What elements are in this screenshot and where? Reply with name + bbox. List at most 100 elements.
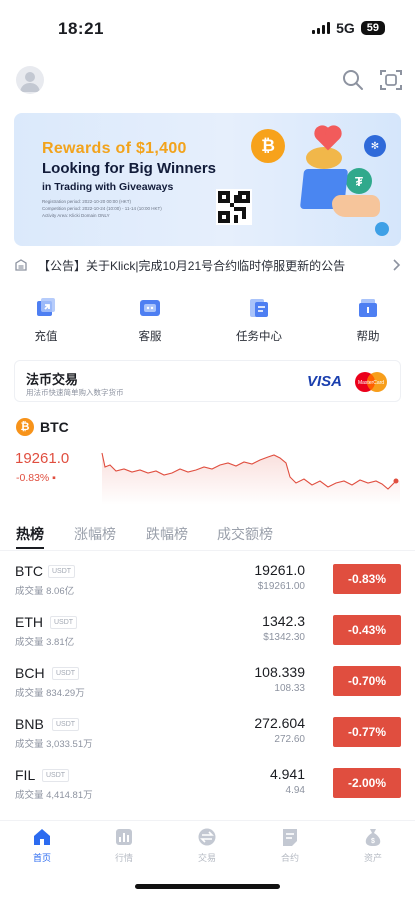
top-bar [0,62,415,98]
row-symbol: BNB [15,716,44,732]
quick-action-task-center[interactable]: 任务中心 [219,296,299,344]
active-tab-indicator [16,547,44,549]
row-symbol: ETH [15,614,43,630]
bottom-nav: 首页 行情 交易 合约 $ 资产 [0,820,415,876]
qr-code [216,189,252,225]
banner-fine-print: Activity Area: Klicki Domain ONLY [42,213,110,218]
quick-action-label: 客服 [138,331,162,343]
btc-price: 19261.0 [15,450,70,467]
row-quote-badge: USDT [52,667,80,680]
banner-title: Looking for Big Winners [42,160,217,177]
row-change-badge[interactable]: -0.77% [333,717,401,747]
market-icon [116,829,132,845]
hand-icon [332,195,380,217]
nav-trade[interactable]: 交易 [177,827,237,864]
row-fiat-price: $1342.30 [263,632,305,643]
row-quote-badge: USDT [42,769,70,782]
tab-gainers[interactable]: 涨幅榜 [74,524,116,544]
mastercard-logo: MasterCard [355,372,387,392]
nav-home[interactable]: 首页 [12,827,72,864]
sparkline-area [102,453,400,505]
market-tabs: 热榜 涨幅榜 跌幅榜 成交额榜 [0,521,415,551]
bitcoin-coin-icon: ₿ [251,129,285,163]
market-row-btc[interactable]: BTC USDT 成交量 8.06亿 19261.0 $19261.00 -0.… [0,555,415,605]
home-indicator[interactable] [135,884,280,889]
row-fiat-price: $19261.00 [257,581,305,592]
btc-summary-header[interactable]: ₿ BTC [16,418,69,436]
market-row-bnb[interactable]: BNB USDT 成交量 3,033.51万 272.604 272.60 -0… [0,708,415,758]
fiat-subtitle: 用法币快速简单购入数字货币 [26,388,124,397]
search-icon[interactable] [340,67,366,93]
row-fiat-price: 272.60 [274,734,305,745]
tab-hot[interactable]: 热榜 [16,524,44,544]
scan-icon[interactable] [378,67,404,93]
promo-banner[interactable]: Rewards of $1,400 Looking for Big Winner… [14,113,401,246]
announcement-text[interactable]: 【公告】关于Klick|完成10月21号合约临时停服更新的公告 [38,257,383,274]
btc-symbol: BTC [40,419,69,435]
contract-icon [283,829,297,846]
quick-action-label: 帮助 [356,331,380,343]
row-price: 272.604 [254,715,305,731]
user-icon [20,72,40,92]
deposit-icon [37,298,55,316]
row-volume: 成交量 834.29万 [15,688,85,699]
row-symbol: BCH [15,665,45,681]
fiat-title: 法币交易 [26,372,79,387]
tab-turnover[interactable]: 成交额榜 [217,524,273,544]
nav-contract[interactable]: 合约 [260,827,320,864]
status-time: 18:21 [58,19,104,38]
tether-coin-icon: ₮ [346,168,372,194]
avatar[interactable] [16,66,44,94]
assets-icon: $ [365,829,381,846]
row-volume: 成交量 4,414.81万 [15,790,93,801]
quick-action-support[interactable]: 客服 [110,296,190,344]
row-change-badge[interactable]: -0.43% [333,615,401,645]
quick-actions: 充值 客服 任务中心 帮助 [0,296,415,350]
quick-action-label: 任务中心 [236,331,282,343]
tab-losers[interactable]: 跌幅榜 [146,524,188,544]
row-price: 1342.3 [262,613,305,629]
row-change-badge[interactable]: -2.00% [333,768,401,798]
row-price: 108.339 [254,664,305,680]
quick-action-deposit[interactable]: 充值 [6,296,86,344]
nav-label: 交易 [197,853,216,863]
svg-text:$: $ [371,838,375,845]
row-quote-badge: USDT [52,718,80,731]
row-change-badge[interactable]: -0.70% [333,666,401,696]
market-row-bch[interactable]: BCH USDT 成交量 834.29万 108.339 108.33 -0.7… [0,657,415,707]
btc-change: -0.83% ▪ [16,472,56,484]
nav-label: 行情 [114,853,133,863]
task-center-icon [250,299,268,317]
nav-assets[interactable]: $ 资产 [343,827,403,864]
row-volume: 成交量 3.81亿 [15,637,75,648]
sparkline-end-dot [393,478,399,484]
support-icon [140,300,160,316]
status-indicators: 5G 59 [312,20,385,36]
row-quote-badge: USDT [48,565,76,578]
row-volume: 成交量 3,033.51万 [15,739,93,750]
telegram-icon[interactable] [375,222,389,236]
visa-logo: VISA [307,373,343,390]
row-symbol: BTC [15,563,43,579]
row-volume: 成交量 8.06亿 [15,586,75,597]
quick-action-help[interactable]: 帮助 [328,296,408,344]
banner-reward: Rewards of $1,400 [42,140,187,157]
row-fiat-price: 108.33 [274,683,305,694]
home-icon [34,829,50,845]
trade-icon [198,828,216,846]
nav-label: 资产 [363,853,382,863]
nav-market[interactable]: 行情 [94,827,154,864]
announcement-bar[interactable]: 【公告】关于Klick|完成10月21号合约临时停服更新的公告 [14,255,401,275]
nav-label: 合约 [280,853,299,863]
market-row-fil[interactable]: FIL USDT 成交量 4,414.81万 4.941 4.94 -2.00% [0,759,415,809]
banner-subtitle: in Trading with Giveaways [42,181,174,193]
fiat-trading-card[interactable]: 法币交易 用法币快速简单购入数字货币 VISA MasterCard [14,360,401,402]
row-symbol: FIL [15,767,36,783]
token-coin-icon: ✻ [364,135,386,157]
btc-sparkline-chart[interactable] [100,445,400,505]
bitcoin-icon: ₿ [16,418,34,436]
market-row-eth[interactable]: ETH USDT 成交量 3.81亿 1342.3 $1342.30 -0.43… [0,606,415,656]
row-change-badge[interactable]: -0.83% [333,564,401,594]
mastercard-text: MasterCard [358,380,384,386]
chevron-right-icon[interactable] [391,258,401,272]
